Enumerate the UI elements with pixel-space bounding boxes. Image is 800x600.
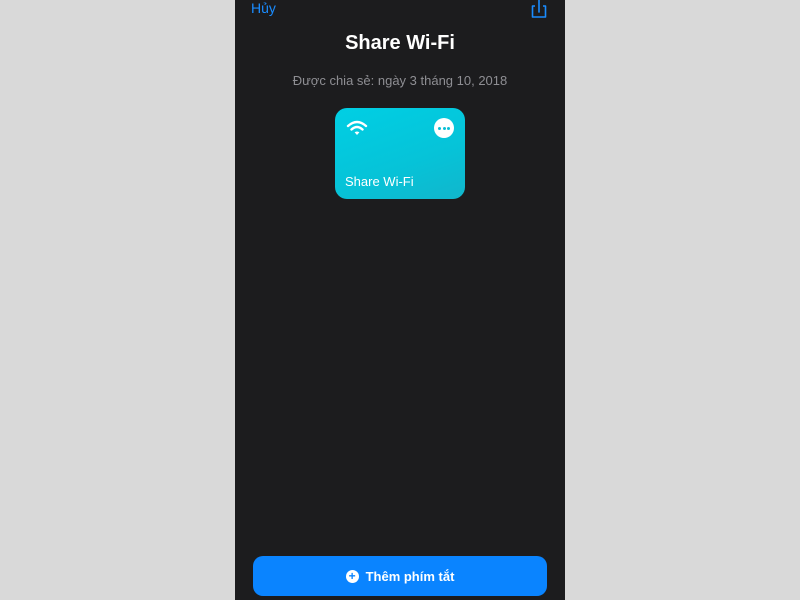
add-shortcut-label: Thêm phím tắt xyxy=(365,568,455,584)
shortcut-card-label: Share Wi-Fi xyxy=(345,174,414,189)
wifi-icon xyxy=(346,119,368,137)
shared-date-label: Được chia sẻ: ngày 3 tháng 10, 2018 xyxy=(292,73,508,88)
share-sheet: Hủy Share Wi-Fi Được chia sẻ: ngày 3 thá… xyxy=(235,0,565,600)
plus-circle-icon: + xyxy=(345,569,359,583)
more-dot xyxy=(447,127,450,130)
share-icon[interactable] xyxy=(529,0,549,18)
more-dot xyxy=(438,127,441,130)
page-title: Share Wi-Fi xyxy=(345,32,455,54)
shortcut-card[interactable]: Share Wi-Fi xyxy=(335,108,465,199)
cancel-button[interactable]: Hủy xyxy=(251,0,276,16)
more-dot xyxy=(442,127,446,130)
add-shortcut-button[interactable]: + Thêm phím tắt xyxy=(253,556,547,596)
more-icon[interactable] xyxy=(434,118,454,138)
